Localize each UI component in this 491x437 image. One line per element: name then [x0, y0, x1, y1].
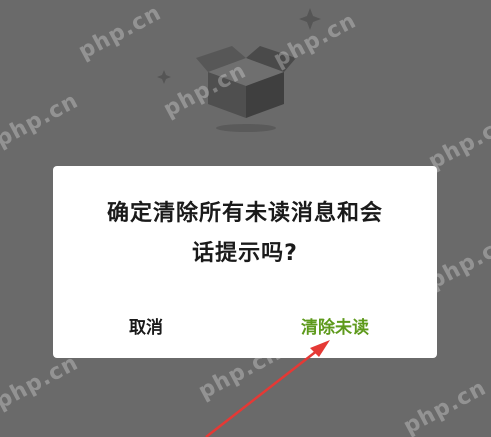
clear-unread-button[interactable]: 清除未读 [301, 316, 369, 340]
dialog-message-line1: 确定清除所有未读消息和会 [106, 201, 383, 226]
watermark: php.cn [424, 110, 491, 175]
cancel-button[interactable]: 取消 [129, 316, 163, 340]
clear-unread-dialog: 确定清除所有未读消息和会 话提示吗? 取消 清除未读 [53, 166, 437, 358]
watermark: php.cn [399, 375, 491, 437]
watermark: php.cn [0, 88, 83, 153]
screen: php.cn php.cn php.cn php.cn php.cn php.c… [0, 0, 491, 437]
dialog-message-line2: 话提示吗? [192, 241, 298, 266]
dialog-message: 确定清除所有未读消息和会 话提示吗? [87, 194, 403, 274]
watermark: php.cn [0, 350, 83, 415]
